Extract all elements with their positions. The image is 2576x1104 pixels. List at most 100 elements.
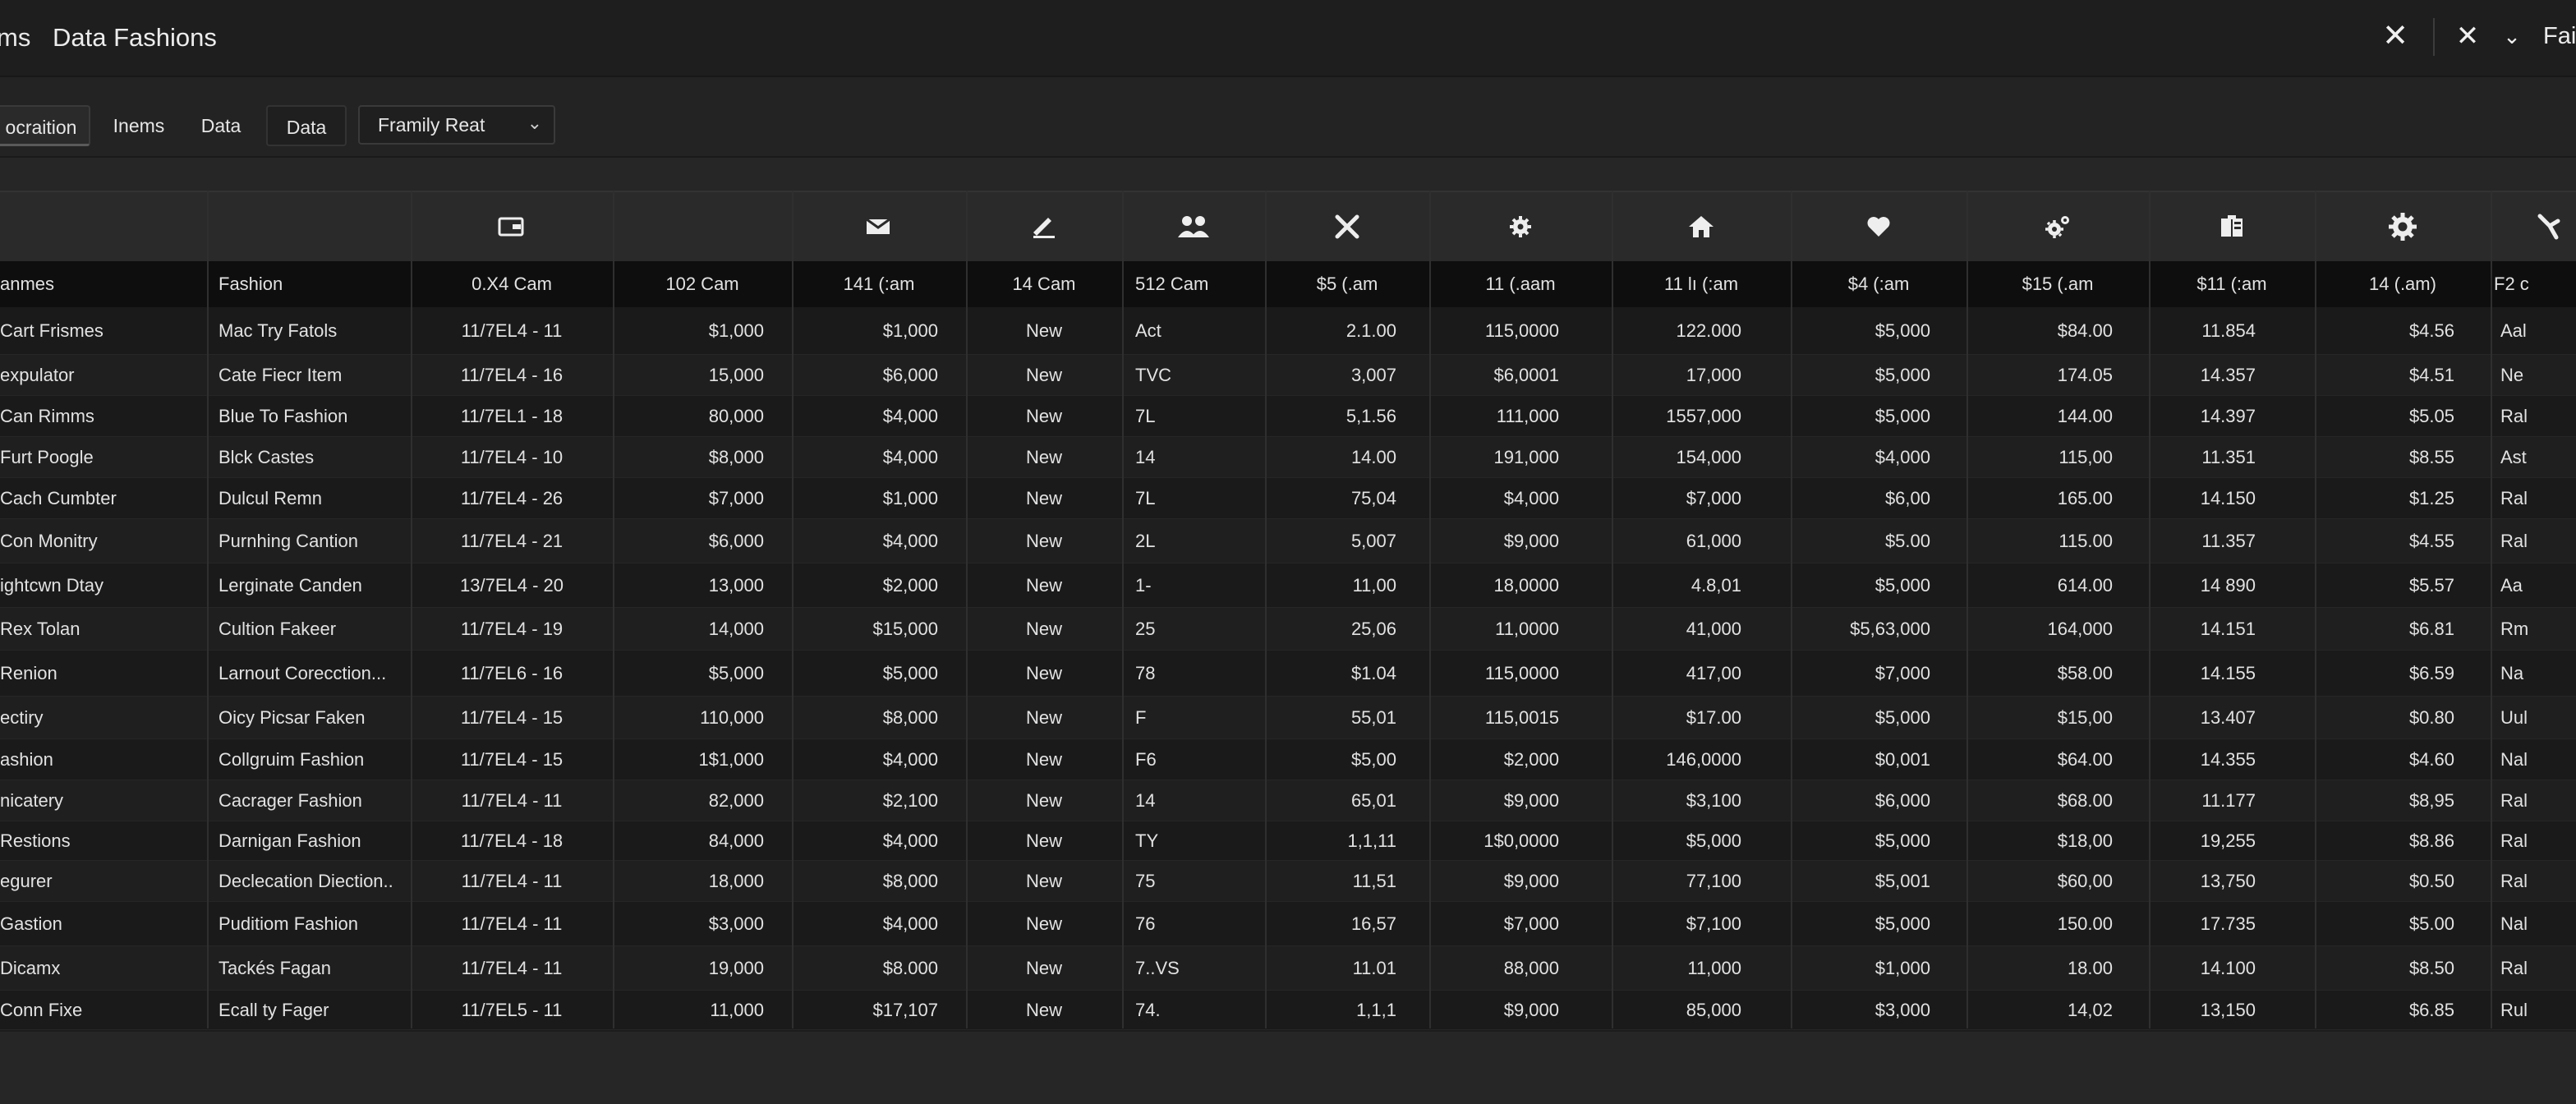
column-header[interactable]: Fashion <box>218 261 406 307</box>
users-icon[interactable] <box>1122 192 1265 261</box>
column-header[interactable]: F2 c <box>2494 261 2576 307</box>
column-divider <box>792 191 794 1028</box>
column-divider <box>1966 191 1968 1028</box>
table-cell: Ecall ty Fager <box>218 1000 329 1020</box>
column-header[interactable]: 14 (.am) <box>2315 261 2491 307</box>
table-cell: $64.00 <box>2057 749 2113 770</box>
gear-icon[interactable] <box>1429 192 1612 261</box>
tab-data-2[interactable]: Data <box>266 105 347 146</box>
table-row[interactable]: Dicamx Tackés Fagan 11/7EL4 - 11 19,000 $8.0… <box>0 946 2576 991</box>
home-icon[interactable] <box>1612 192 1791 261</box>
table-row[interactable]: Con Monitry Purnhing Cantion 11/7EL4 - 21 $… <box>0 519 2576 564</box>
close-icon[interactable]: ✕ <box>2379 18 2412 54</box>
table-cell: $4.60 <box>2408 749 2454 770</box>
tool-icon[interactable] <box>2491 192 2576 261</box>
breadcrumb-previous[interactable]: ms <box>0 23 30 53</box>
table-row[interactable]: nicatery Cacrager Fashion 11/7EL4 - 11 82,0… <box>0 780 2576 821</box>
column-header[interactable]: 141 (:am <box>792 261 966 307</box>
table-cell: 110,000 <box>700 707 764 728</box>
table-cell: 82,000 <box>708 790 764 811</box>
table-cell: Gastion <box>0 913 62 934</box>
table-row[interactable]: Cach Cumbter Dulcul Remn 11/7EL4 - 26 $7,00… <box>0 478 2576 519</box>
table-row[interactable]: Restions Darnigan Fashion 11/7EL4 - 18 84,0… <box>0 821 2576 861</box>
table-row[interactable]: Gastion Puditiom Fashion 11/7EL4 - 11 $3,00… <box>0 902 2576 946</box>
table-cell: Declecation Diection.. <box>218 871 393 891</box>
tab-ocraition[interactable]: ocraition <box>0 105 90 146</box>
table-cell: $84.00 <box>2057 320 2113 341</box>
table-cell: 11,0000 <box>1495 619 1559 639</box>
table-cell: $2,000 <box>882 575 938 596</box>
table-cell: $6,000 <box>1874 790 1930 811</box>
column-header[interactable]: 0.X4 Cam <box>411 261 613 307</box>
table-cell: Cate Fiecr Item <box>218 365 343 385</box>
table-cell: Ral <box>2500 830 2528 851</box>
table-cell: 11/7EL4 - 21 <box>460 531 564 551</box>
table-cell: 76 <box>1135 913 1156 934</box>
table-row[interactable]: Can Rimms Blue To Fashion 11/7EL1 - 18 80,0… <box>0 396 2576 437</box>
settings-icon[interactable] <box>2315 192 2491 261</box>
table-row[interactable]: Cart Frismes Mac Try Fatols 11/7EL4 - 11 $1… <box>0 307 2576 355</box>
column-header[interactable]: $4 (:am <box>1791 261 1966 307</box>
pen-icon[interactable] <box>966 192 1122 261</box>
table-row[interactable]: ectiry Oicy Picsar Faken 11/7EL4 - 15 110,0… <box>0 697 2576 739</box>
column-header[interactable]: anmes <box>0 261 202 307</box>
table-cell: 1,1,11 <box>1347 830 1396 851</box>
table-cell: $5,001 <box>1874 871 1930 891</box>
column-header[interactable]: 102 Cam <box>613 261 792 307</box>
table-cell: Ast <box>2500 447 2527 467</box>
table-cell: 3,007 <box>1350 365 1396 385</box>
card-icon[interactable] <box>411 192 613 261</box>
table-row[interactable]: ashion Collgruim Fashion 11/7EL4 - 15 1$1,0… <box>0 739 2576 780</box>
chevron-down-icon[interactable]: ⌄ <box>2497 20 2527 53</box>
moon-icon[interactable] <box>613 192 792 261</box>
table-cell: 18,0000 <box>1493 575 1559 596</box>
column-header[interactable]: $5 (.am <box>1265 261 1429 307</box>
x-icon[interactable] <box>1265 192 1429 261</box>
column-header[interactable]: $15 (.am <box>1966 261 2149 307</box>
table-row[interactable]: Furt Poogle Blck Castes 11/7EL4 - 10 $8,000… <box>0 437 2576 478</box>
document-icon[interactable] <box>2149 192 2315 261</box>
gears-icon[interactable] <box>1966 192 2149 261</box>
table-cell: 11/7EL4 - 11 <box>461 913 563 934</box>
tab-inems[interactable]: Inems <box>104 105 174 146</box>
table-cell: 11/7EL4 - 19 <box>460 619 564 639</box>
table-cell: Cacrager Fashion <box>218 790 362 811</box>
table-cell: New <box>1025 749 1062 770</box>
column-header[interactable]: 11 lı (:am <box>1612 261 1791 307</box>
column-divider <box>966 191 968 1028</box>
table-row[interactable]: egurer Declecation Diection.. 11/7EL4 - 11… <box>0 861 2576 902</box>
table-cell: New <box>1025 320 1062 341</box>
column-header[interactable]: 11 (.aam <box>1429 261 1612 307</box>
table-row[interactable]: Rex Tolan Cultion Fakeer 11/7EL4 - 19 14,00… <box>0 608 2576 651</box>
table-cell: $8,95 <box>2408 790 2454 811</box>
table-row[interactable]: expulator Cate Fiecr Item 11/7EL4 - 16 15,0… <box>0 355 2576 396</box>
column-header[interactable]: 14 Cam <box>966 261 1122 307</box>
family-select[interactable]: Framily Reat ⌄ <box>358 105 555 145</box>
table-cell: 13,000 <box>708 575 764 596</box>
table-cell: 77,100 <box>1686 871 1741 891</box>
table-cell: 25,06 <box>1350 619 1396 639</box>
table-row[interactable]: Conn Fixe Ecall ty Fager 11/7EL5 - 11 11,00… <box>0 991 2576 1030</box>
table-cell: $5,000 <box>1874 365 1930 385</box>
table-cell: 1557,000 <box>1666 406 1741 426</box>
column-header[interactable]: 512 Cam <box>1135 261 1260 307</box>
table-cell: Puditiom Fashion <box>218 913 358 934</box>
close-secondary-icon[interactable]: ✕ <box>2453 20 2482 53</box>
table-cell: $18,00 <box>2057 830 2113 851</box>
table-cell: 11/7EL4 - 18 <box>460 830 564 851</box>
table-cell: 2L <box>1135 531 1156 551</box>
column-divider <box>2491 191 2492 1028</box>
table-cell: 5,007 <box>1350 531 1396 551</box>
table-cell: Ral <box>2500 488 2528 508</box>
table-cell: $5,000 <box>1874 406 1930 426</box>
table-row[interactable]: ightcwn Dtay Lerginate Canden 13/7EL4 - 20… <box>0 564 2576 608</box>
mail-icon[interactable] <box>792 192 966 261</box>
table-cell: $3,100 <box>1686 790 1741 811</box>
table-row[interactable]: Renion Larnout Corecction... 11/7EL6 - 16 $… <box>0 651 2576 697</box>
title-right-label[interactable]: Fai <box>2543 23 2576 50</box>
heart-icon[interactable] <box>1791 192 1966 261</box>
column-header[interactable]: $11 (:am <box>2149 261 2315 307</box>
tab-data[interactable]: Data <box>192 105 250 146</box>
table-cell: 115,0015 <box>1484 707 1559 728</box>
table-cell: 164,000 <box>2047 619 2113 639</box>
